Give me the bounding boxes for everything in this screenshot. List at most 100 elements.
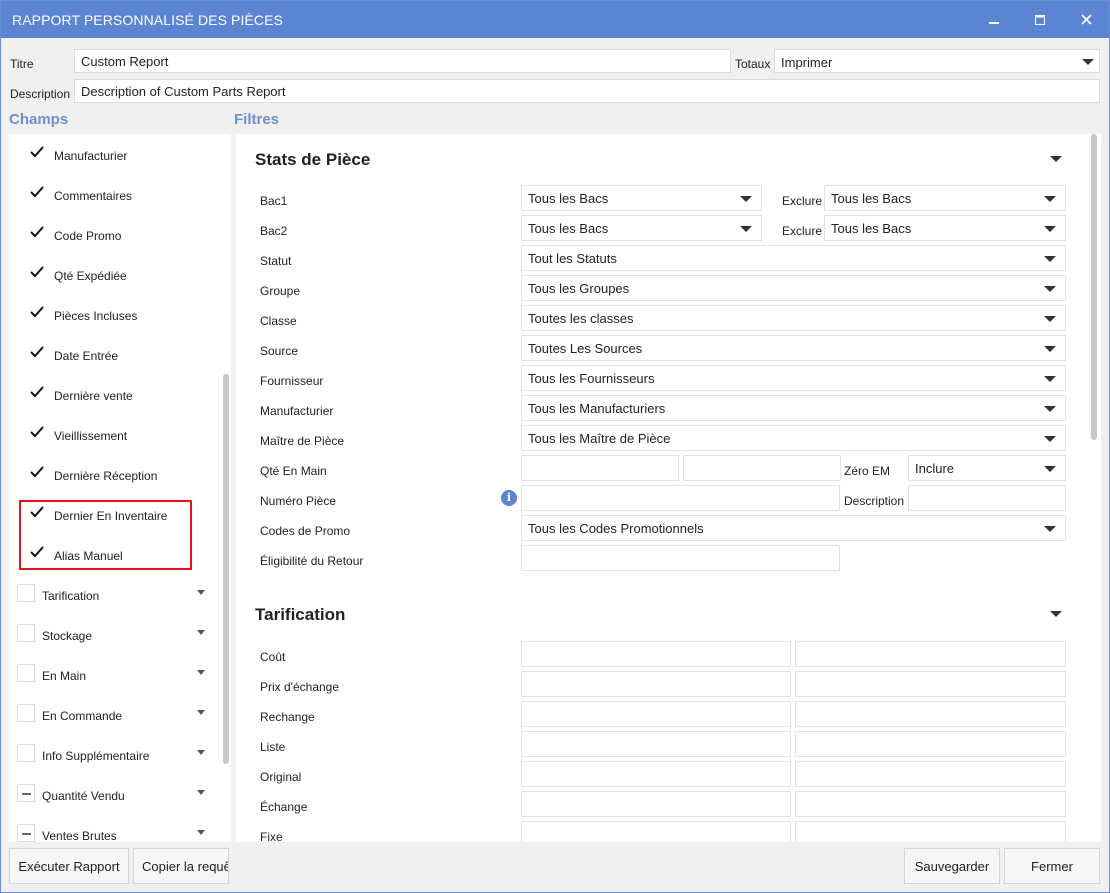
expand-triangle-icon[interactable] bbox=[197, 790, 205, 795]
field-item-included-parts[interactable]: Pièces Incluses bbox=[9, 295, 209, 335]
promo-select[interactable]: Tous les Codes Promotionnels bbox=[521, 515, 1066, 541]
manufacturier-select-value: Tous les Manufacturiers bbox=[528, 401, 666, 416]
field-group-label: Ventes Brutes bbox=[42, 829, 117, 842]
expand-triangle-icon[interactable] bbox=[197, 830, 205, 835]
copy-query-button[interactable]: Copier la requête bbox=[133, 848, 229, 884]
bac2-exclude-select[interactable]: Tous les Bacs bbox=[824, 215, 1066, 241]
retour-input[interactable] bbox=[521, 545, 840, 571]
collapse-triangle-icon[interactable] bbox=[1050, 156, 1062, 162]
source-select[interactable]: Toutes Les Sources bbox=[521, 335, 1066, 361]
field-item-last-receipt[interactable]: Dernière Réception bbox=[9, 455, 209, 495]
expand-triangle-icon[interactable] bbox=[197, 670, 205, 675]
expand-triangle-icon[interactable] bbox=[197, 590, 205, 595]
pricing-max-input[interactable] bbox=[795, 761, 1066, 787]
checkbox-checked[interactable] bbox=[29, 464, 47, 482]
expand-triangle-icon[interactable] bbox=[197, 710, 205, 715]
checkbox-checked[interactable] bbox=[29, 424, 47, 442]
checkbox-unchecked[interactable] bbox=[17, 664, 35, 682]
checkbox-checked[interactable] bbox=[29, 264, 47, 282]
maximize-button[interactable] bbox=[1017, 1, 1063, 38]
numero-input[interactable] bbox=[521, 485, 840, 511]
field-item-comments[interactable]: Commentaires bbox=[9, 175, 209, 215]
checkbox-unchecked[interactable] bbox=[17, 704, 35, 722]
field-group-label: En Main bbox=[42, 669, 87, 683]
statut-select[interactable]: Tout les Statuts bbox=[521, 245, 1066, 271]
field-item-last-sale[interactable]: Dernière vente bbox=[9, 375, 209, 415]
classe-select[interactable]: Toutes les classes bbox=[521, 305, 1066, 331]
pricing-min-input[interactable] bbox=[521, 671, 791, 697]
close-button[interactable]: Fermer bbox=[1004, 848, 1100, 884]
pricing-max-input[interactable] bbox=[795, 671, 1066, 697]
checkbox-checked[interactable] bbox=[29, 304, 47, 322]
qte-min-input[interactable] bbox=[521, 455, 679, 481]
field-item-promo-code[interactable]: Code Promo bbox=[9, 215, 209, 255]
field-group-gross-sales[interactable]: Ventes Brutes bbox=[9, 815, 209, 842]
title-input[interactable]: Custom Report bbox=[74, 49, 731, 73]
fields-section-title: Champs bbox=[9, 111, 69, 128]
field-item-aging[interactable]: Vieillissement bbox=[9, 415, 209, 455]
pricing-min-input[interactable] bbox=[521, 821, 791, 842]
checkbox-checked[interactable] bbox=[29, 384, 47, 402]
pricing-max-input[interactable] bbox=[795, 701, 1066, 727]
field-item-manufacturer[interactable]: Manufacturier bbox=[9, 135, 209, 175]
bac1-exclude-select[interactable]: Tous les Bacs bbox=[824, 185, 1066, 211]
field-item-qty-shipped[interactable]: Qté Expédiée bbox=[9, 255, 209, 295]
qte-max-input[interactable] bbox=[683, 455, 841, 481]
checkbox-checked[interactable] bbox=[29, 344, 47, 362]
info-icon[interactable]: i bbox=[501, 490, 517, 506]
pricing-max-input[interactable] bbox=[795, 641, 1066, 667]
pricing-min-input[interactable] bbox=[521, 791, 791, 817]
fields-list: Manufacturier Commentaires Code Promo Qt… bbox=[9, 134, 231, 842]
field-group-extra-info[interactable]: Info Supplémentaire bbox=[9, 735, 209, 775]
pricing-row-label: Échange bbox=[260, 800, 308, 814]
minimize-button[interactable] bbox=[971, 1, 1017, 38]
checkbox-unchecked[interactable] bbox=[17, 744, 35, 762]
field-item-label: Dernière vente bbox=[54, 389, 133, 403]
bac2-select[interactable]: Tous les Bacs bbox=[521, 215, 762, 241]
maitre-select-value: Tous les Maître de Pièce bbox=[528, 431, 671, 446]
field-group-storage[interactable]: Stockage bbox=[9, 615, 209, 655]
checkbox-checked[interactable] bbox=[29, 184, 47, 202]
save-button[interactable]: Sauvegarder bbox=[904, 848, 1000, 884]
expand-triangle-icon[interactable] bbox=[197, 750, 205, 755]
checkbox-unchecked[interactable] bbox=[17, 624, 35, 642]
checkbox-unchecked[interactable] bbox=[17, 584, 35, 602]
filters-scrollbar-thumb[interactable] bbox=[1091, 134, 1097, 440]
checkbox-checked[interactable] bbox=[29, 224, 47, 242]
field-group-pricing[interactable]: Tarification bbox=[9, 575, 209, 615]
classe-select-value: Toutes les classes bbox=[528, 311, 634, 326]
pricing-max-input[interactable] bbox=[795, 821, 1066, 842]
field-group-on-hand[interactable]: En Main bbox=[9, 655, 209, 695]
checkbox-partial[interactable] bbox=[17, 824, 35, 842]
field-item-entry-date[interactable]: Date Entrée bbox=[9, 335, 209, 375]
pricing-min-input[interactable] bbox=[521, 641, 791, 667]
maitre-select[interactable]: Tous les Maître de Pièce bbox=[521, 425, 1066, 451]
highlight-box bbox=[19, 500, 192, 570]
run-report-button[interactable]: Exécuter Rapport bbox=[9, 848, 129, 884]
pricing-max-input[interactable] bbox=[795, 791, 1066, 817]
pricing-max-input[interactable] bbox=[795, 731, 1066, 757]
fields-scrollbar-thumb[interactable] bbox=[223, 374, 229, 764]
manufacturier-select[interactable]: Tous les Manufacturiers bbox=[521, 395, 1066, 421]
description-filter-input[interactable] bbox=[908, 485, 1066, 511]
pricing-min-input[interactable] bbox=[521, 761, 791, 787]
checkbox-checked[interactable] bbox=[29, 144, 47, 162]
field-group-label: Stockage bbox=[42, 629, 93, 643]
check-icon bbox=[30, 426, 44, 438]
field-group-on-order[interactable]: En Commande bbox=[9, 695, 209, 735]
totals-select[interactable]: Imprimer bbox=[774, 49, 1100, 73]
pricing-min-input[interactable] bbox=[521, 701, 791, 727]
groupe-select[interactable]: Tous les Groupes bbox=[521, 275, 1066, 301]
fournisseur-select[interactable]: Tous les Fournisseurs bbox=[521, 365, 1066, 391]
collapse-triangle-icon[interactable] bbox=[1050, 611, 1062, 617]
check-icon bbox=[30, 386, 44, 398]
check-icon bbox=[30, 226, 44, 238]
close-window-button[interactable] bbox=[1063, 1, 1109, 38]
pricing-min-input[interactable] bbox=[521, 731, 791, 757]
checkbox-partial[interactable] bbox=[17, 784, 35, 802]
field-group-qty-sold[interactable]: Quantité Vendu bbox=[9, 775, 209, 815]
zero-select[interactable]: Inclure bbox=[908, 455, 1066, 481]
description-input[interactable]: Description of Custom Parts Report bbox=[74, 79, 1100, 103]
expand-triangle-icon[interactable] bbox=[197, 630, 205, 635]
bac1-select[interactable]: Tous les Bacs bbox=[521, 185, 762, 211]
